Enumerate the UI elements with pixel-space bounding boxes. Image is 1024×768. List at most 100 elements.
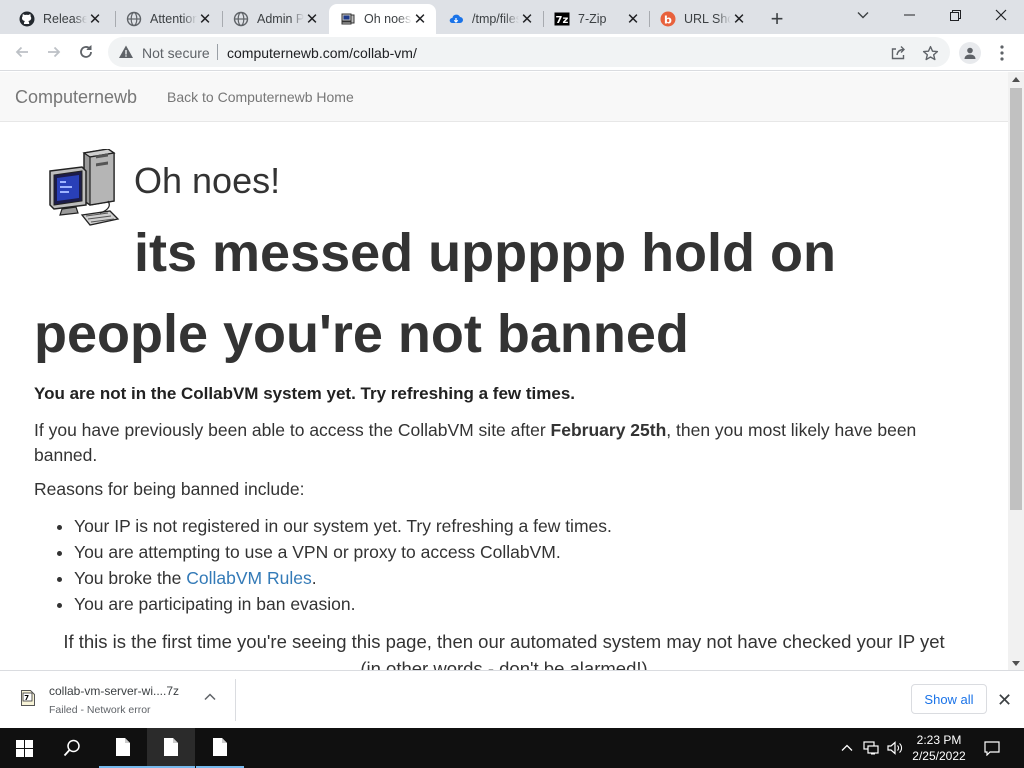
tab-attention[interactable]: Attention ✕ bbox=[115, 4, 221, 34]
arrow-right-icon bbox=[48, 46, 61, 58]
close-tab-icon[interactable]: ✕ bbox=[197, 11, 213, 27]
scrollbar-thumb[interactable] bbox=[1010, 88, 1022, 510]
tab-strip: Releases ✕ Attention ✕ Admin Panel ✕ Oh … bbox=[0, 0, 1024, 34]
tab-title: Oh noes! bbox=[364, 12, 412, 26]
tab-releases[interactable]: Releases ✕ bbox=[8, 4, 111, 34]
list-item: You are participating in ban evasion. bbox=[74, 591, 612, 617]
notification-icon[interactable] bbox=[983, 739, 1001, 757]
reload-button[interactable] bbox=[73, 39, 99, 65]
svg-text:7: 7 bbox=[24, 694, 29, 702]
windows-logo-icon bbox=[15, 739, 33, 757]
close-window-button[interactable] bbox=[978, 0, 1024, 30]
reasons-list: Your IP is not registered in our system … bbox=[74, 513, 612, 617]
download-file-name: collab-vm-server-wi....7z bbox=[49, 684, 180, 698]
reload-icon bbox=[80, 45, 92, 58]
ban-date: February 25th bbox=[550, 420, 667, 440]
triangle-up-icon bbox=[1012, 76, 1020, 82]
document-icon bbox=[213, 738, 227, 756]
close-tab-icon[interactable]: ✕ bbox=[412, 11, 428, 27]
rules-link[interactable]: CollabVM Rules bbox=[186, 568, 311, 588]
url-text[interactable]: computernewb.com/collab-vm/ bbox=[227, 45, 417, 61]
arrow-left-icon bbox=[15, 46, 28, 58]
close-tab-icon[interactable]: ✕ bbox=[304, 11, 320, 27]
tab-title: 7-Zip bbox=[578, 12, 607, 26]
chevron-up-icon[interactable] bbox=[204, 693, 216, 701]
address-bar[interactable]: Not secure computernewb.com/collab-vm/ bbox=[108, 37, 950, 67]
forward-button[interactable] bbox=[41, 39, 67, 65]
tab-title: Releases bbox=[43, 12, 87, 26]
close-tab-icon[interactable]: ✕ bbox=[87, 11, 103, 27]
vertical-scrollbar[interactable] bbox=[1008, 72, 1024, 670]
scroll-down-button[interactable] bbox=[1008, 656, 1024, 670]
globe-icon bbox=[233, 11, 249, 27]
chevron-up-icon[interactable] bbox=[838, 739, 856, 757]
svg-text:b: b bbox=[664, 14, 672, 27]
list-item: You are attempting to use a VPN or proxy… bbox=[74, 539, 612, 565]
list-item-text: . bbox=[311, 568, 317, 588]
tab-admin[interactable]: Admin Panel ✕ bbox=[222, 4, 328, 34]
windows-taskbar: 2:23 PM 2/25/2022 bbox=[0, 728, 1024, 768]
show-all-button[interactable]: Show all bbox=[911, 684, 987, 714]
restore-icon bbox=[949, 9, 961, 21]
scroll-up-button[interactable] bbox=[1008, 72, 1024, 86]
ban-explanation-text: If you have previously been able to acce… bbox=[34, 420, 551, 440]
taskbar-app-2[interactable] bbox=[147, 728, 195, 768]
more-vert-icon bbox=[1000, 45, 1004, 61]
taskbar-app-1[interactable] bbox=[99, 728, 147, 768]
clock-date: 2/25/2022 bbox=[912, 749, 966, 763]
minimize-button[interactable] bbox=[886, 0, 932, 30]
search-icon bbox=[63, 739, 80, 757]
tab-title: /tmp/files bbox=[472, 12, 519, 26]
reasons-intro: Reasons for being banned include: bbox=[34, 479, 305, 499]
menu-button[interactable] bbox=[994, 42, 1010, 64]
tab-title: Attention bbox=[150, 12, 197, 26]
list-item-text: You broke the bbox=[74, 568, 187, 588]
volume-icon[interactable] bbox=[886, 739, 904, 757]
url-shortener-icon: b bbox=[660, 11, 676, 27]
list-item: You broke the CollabVM Rules. bbox=[74, 565, 612, 591]
bookmark-star-icon[interactable] bbox=[921, 44, 939, 62]
list-item: Your IP is not registered in our system … bbox=[74, 513, 612, 539]
tab-7zip[interactable]: 7z 7-Zip ✕ bbox=[543, 4, 649, 34]
new-tab-button[interactable]: + bbox=[765, 7, 789, 31]
lead-text: You are not in the CollabVM system yet. … bbox=[34, 384, 575, 403]
globe-icon bbox=[126, 11, 142, 27]
ban-explanation: If you have previously been able to acce… bbox=[34, 418, 934, 468]
search-button[interactable] bbox=[48, 728, 96, 768]
chevron-down-icon bbox=[857, 12, 869, 19]
close-tab-icon[interactable]: ✕ bbox=[731, 11, 747, 27]
computer-icon bbox=[49, 149, 120, 226]
profile-button[interactable] bbox=[959, 42, 981, 64]
back-button[interactable] bbox=[9, 39, 35, 65]
navbar-brand[interactable]: Computernewb bbox=[15, 87, 137, 108]
page-viewport: Computernewb Back to Computernewb Home O… bbox=[0, 72, 1008, 678]
warning-icon[interactable] bbox=[118, 44, 134, 65]
restore-button[interactable] bbox=[932, 0, 978, 30]
tab-url-shortener[interactable]: b URL Shortener ✕ bbox=[649, 4, 755, 34]
divider bbox=[217, 44, 218, 60]
triangle-down-icon bbox=[1012, 660, 1020, 666]
taskbar-app-3[interactable] bbox=[196, 728, 244, 768]
close-download-bar-icon[interactable]: ✕ bbox=[997, 691, 1012, 709]
tab-oh-noes[interactable]: Oh noes! ✕ bbox=[329, 4, 436, 34]
clock[interactable]: 2:23 PM 2/25/2022 bbox=[904, 732, 974, 764]
home-link[interactable]: Back to Computernewb Home bbox=[167, 89, 354, 105]
tab-search-button[interactable] bbox=[840, 0, 886, 30]
tab-tmp-files[interactable]: /tmp/files ✕ bbox=[437, 4, 543, 34]
share-icon[interactable] bbox=[889, 44, 907, 62]
close-tab-icon[interactable]: ✕ bbox=[519, 11, 535, 27]
site-navbar: Computernewb Back to Computernewb Home bbox=[0, 72, 1008, 122]
7zip-icon: 7z bbox=[554, 11, 570, 27]
download-item[interactable]: 7 collab-vm-server-wi....7z Failed - Net… bbox=[0, 679, 236, 721]
page-heading-line-2: people you're not banned bbox=[34, 304, 689, 364]
start-button[interactable] bbox=[0, 728, 48, 768]
tab-title: URL Shortener bbox=[684, 12, 731, 26]
network-icon[interactable] bbox=[862, 739, 880, 757]
browser-toolbar: Not secure computernewb.com/collab-vm/ bbox=[0, 34, 1024, 71]
minimize-icon bbox=[903, 14, 915, 16]
close-tab-icon[interactable]: ✕ bbox=[625, 11, 641, 27]
security-label[interactable]: Not secure bbox=[142, 45, 210, 61]
footer-line: If this is the first time you're seeing … bbox=[63, 631, 945, 652]
github-icon bbox=[19, 11, 35, 27]
archive-file-icon: 7 bbox=[21, 690, 35, 706]
